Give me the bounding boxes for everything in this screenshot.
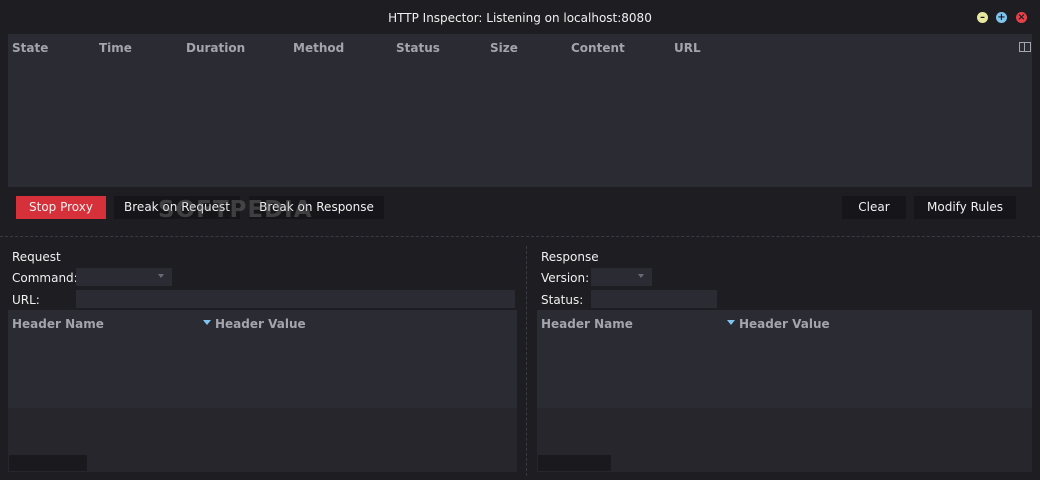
title-bar: HTTP Inspector: Listening on localhost:8… (0, 0, 1040, 34)
column-header-duration[interactable]: Duration (186, 41, 245, 55)
status-input[interactable] (591, 290, 717, 308)
column-header-time[interactable]: Time (99, 41, 132, 55)
command-select[interactable] (76, 268, 172, 286)
column-header-state[interactable]: State (12, 41, 48, 55)
watermark: SOFTPEDIA (158, 197, 313, 223)
response-headers-empty-area (537, 408, 1032, 455)
version-label: Version: (541, 271, 590, 285)
chevron-down-icon (638, 274, 644, 278)
clear-button[interactable]: Clear (842, 196, 906, 219)
request-header-name-column[interactable]: Header Name (12, 317, 104, 331)
traffic-grid[interactable]: State Time Duration Method Status Size C… (8, 34, 1032, 187)
response-header-value-column[interactable]: Header Value (739, 317, 830, 331)
horizontal-divider[interactable] (0, 236, 1040, 237)
request-headers-empty-area (8, 408, 517, 455)
command-label: Command: (12, 271, 78, 285)
sort-arrow-icon (727, 320, 735, 325)
modify-rules-button[interactable]: Modify Rules (914, 196, 1016, 219)
request-title: Request (12, 250, 61, 264)
response-title: Response (541, 250, 599, 264)
request-headers-scrollbar[interactable] (9, 455, 87, 471)
sort-arrow-icon (203, 320, 211, 325)
column-header-size[interactable]: Size (490, 41, 518, 55)
maximize-button[interactable]: + (996, 12, 1007, 23)
vertical-divider[interactable] (526, 246, 527, 476)
column-header-url[interactable]: URL (674, 41, 701, 55)
url-input[interactable] (76, 290, 515, 308)
url-label: URL: (12, 293, 40, 307)
chevron-down-icon (158, 274, 164, 278)
window-title: HTTP Inspector: Listening on localhost:8… (388, 11, 652, 25)
response-headers-scrollbar-track[interactable] (537, 455, 1032, 472)
column-header-status[interactable]: Status (396, 41, 440, 55)
status-label: Status: (541, 293, 584, 307)
column-header-content[interactable]: Content (571, 41, 625, 55)
version-select[interactable] (591, 268, 652, 286)
stop-proxy-button[interactable]: Stop Proxy (16, 196, 106, 219)
request-header-value-column[interactable]: Header Value (215, 317, 306, 331)
column-header-method[interactable]: Method (293, 41, 344, 55)
response-headers-scrollbar[interactable] (538, 455, 611, 471)
close-button[interactable]: × (1016, 12, 1027, 23)
minimize-button[interactable]: – (977, 12, 988, 23)
column-picker-icon[interactable] (1019, 42, 1031, 52)
response-header-name-column[interactable]: Header Name (541, 317, 633, 331)
